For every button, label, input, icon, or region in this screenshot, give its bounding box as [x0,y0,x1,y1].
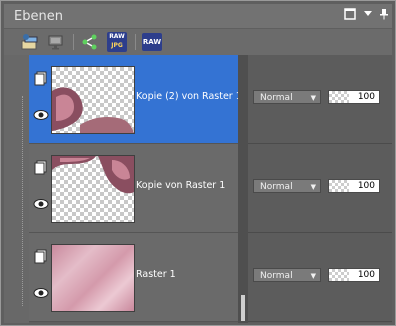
raw-jpg-icon[interactable]: RAW JPG [107,32,127,52]
layer-thumbnail[interactable] [51,66,135,134]
blend-mode-value: Normal [260,182,293,192]
layer-properties-icon[interactable] [20,32,40,52]
layer-props-row: Normal ▼ 100 [248,144,392,233]
opacity-field[interactable]: 100 [328,268,380,282]
layers-panel: Ebenen RAW JPG RAW Kopie (2) von Raster … [0,0,396,326]
chevron-down-icon: ▼ [310,94,316,102]
layer-properties-column: Normal ▼ 100 Normal ▼ 100 Normal ▼ 100 [248,55,392,323]
toolbar-separator [135,34,136,50]
panel-title: Ebenen [14,9,63,24]
opacity-value[interactable]: 100 [349,269,379,281]
chevron-down-icon: ▼ [310,272,316,280]
resize-grip[interactable] [22,96,26,306]
opacity-value[interactable]: 100 [349,180,379,192]
layer-thumbnail[interactable] [51,244,135,312]
layer-type-icon[interactable] [33,160,49,176]
layer-name[interactable]: Raster 1 [136,269,176,280]
pin-icon[interactable] [377,8,391,22]
blend-mode-value: Normal [260,93,293,103]
raw-label: RAW [142,38,162,46]
layer-row[interactable]: Kopie von Raster 1 [29,144,238,233]
layer-type-icon[interactable] [33,71,49,87]
blend-mode-select[interactable]: Normal ▼ [253,268,321,282]
scrollbar-thumb[interactable] [241,295,245,321]
layer-props-row: Normal ▼ 100 [248,55,392,144]
layers-list: Kopie (2) von Raster 1 Kopie von Raster … [29,55,242,323]
maximize-icon[interactable] [343,8,357,22]
layer-thumbnail[interactable] [51,155,135,223]
dropdown-icon[interactable] [361,8,375,22]
raw-icon[interactable]: RAW [142,33,162,51]
panel-titlebar[interactable]: Ebenen [4,4,392,28]
blend-mode-value: Normal [260,271,293,281]
layer-row[interactable]: Raster 1 [29,233,238,322]
layer-name[interactable]: Kopie von Raster 1 [136,180,225,191]
blend-mode-select[interactable]: Normal ▼ [253,90,321,104]
layer-row[interactable]: Kopie (2) von Raster 1 [29,55,242,144]
eye-icon[interactable] [33,285,49,301]
raw-jpg-label-bottom: JPG [111,42,123,49]
layer-name[interactable]: Kopie (2) von Raster 1 [136,91,242,102]
blend-mode-select[interactable]: Normal ▼ [253,179,321,193]
opacity-field[interactable]: 100 [328,179,380,193]
eye-icon[interactable] [33,107,49,123]
vertical-scrollbar[interactable] [238,55,248,323]
layers-toolbar: RAW JPG RAW [4,29,392,56]
monitor-icon[interactable] [46,32,66,52]
toolbar-separator [73,34,74,50]
opacity-value[interactable]: 100 [349,91,379,103]
share-icon[interactable] [80,32,100,52]
opacity-field[interactable]: 100 [328,90,380,104]
chevron-down-icon: ▼ [310,183,316,191]
layer-type-icon[interactable] [33,249,49,265]
layer-props-row: Normal ▼ 100 [248,233,392,322]
eye-icon[interactable] [33,196,49,212]
raw-jpg-label-top: RAW [109,33,125,40]
